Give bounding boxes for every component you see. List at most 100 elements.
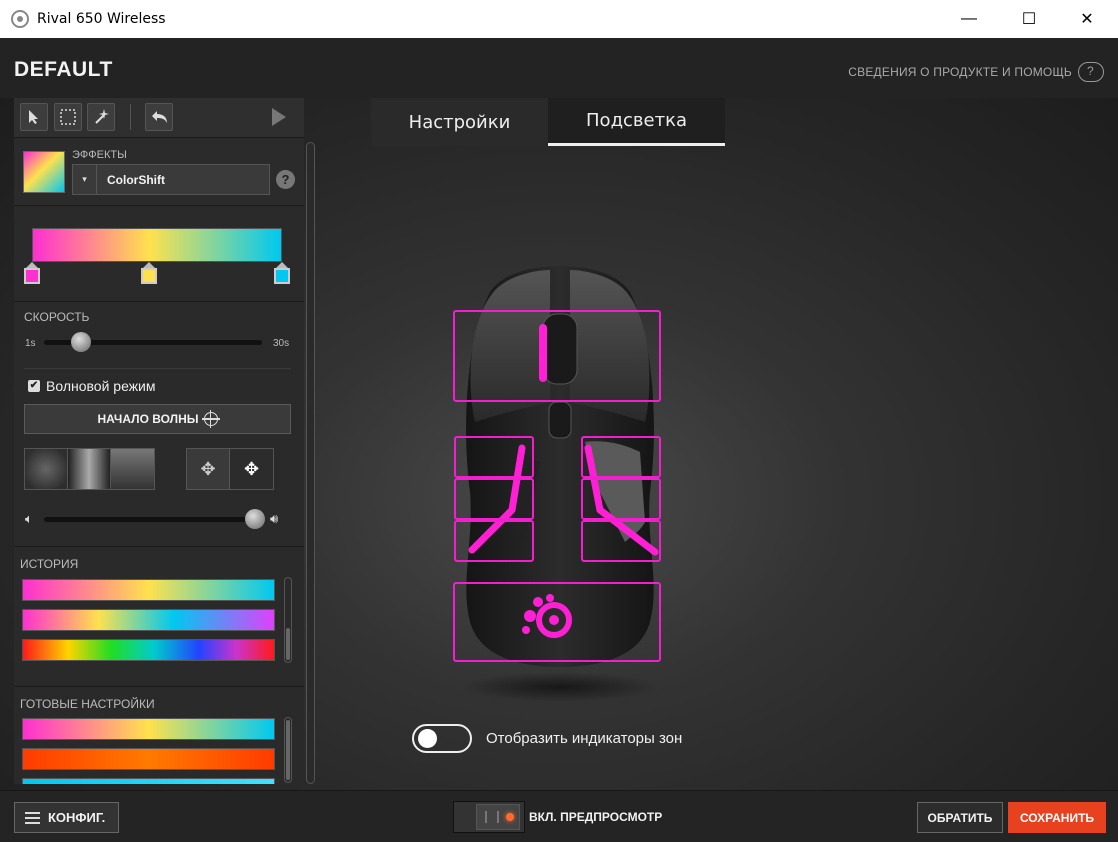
wave-mode-row[interactable]: ✔ Волновой режим [28, 378, 156, 394]
preset-swatch[interactable] [22, 748, 275, 770]
history-swatch[interactable] [22, 609, 275, 631]
zone-right-1[interactable] [581, 436, 661, 478]
gradient-stop-magenta[interactable] [24, 262, 40, 284]
pointer-icon [29, 110, 38, 124]
marquee-select-button[interactable] [54, 103, 82, 131]
app-header: DEFAULT СВЕДЕНИЯ О ПРОДУКТЕ И ПОМОЩЬ [0, 38, 1118, 98]
intensity-slider-knob[interactable] [245, 509, 266, 529]
wave-expand-button[interactable]: ✥ [187, 449, 230, 489]
zone-indicators-label: Отобразить индикаторы зон [486, 730, 683, 747]
wave-direction-group: ✥ ✥ [186, 448, 274, 490]
divider [14, 301, 304, 302]
intensity-slider-track[interactable] [44, 517, 262, 522]
intensity-low-icon: 🔈︎ [25, 511, 33, 526]
question-icon[interactable]: ? [276, 170, 295, 189]
gradient-stop-cyan[interactable] [274, 262, 290, 284]
preview-switch[interactable] [453, 801, 525, 833]
title-bar: Rival 650 Wireless — ☐ ✕ [0, 0, 1118, 38]
zone-logo[interactable] [453, 582, 661, 662]
play-icon[interactable] [272, 108, 286, 126]
footer: КОНФИГ. ВКЛ. ПРЕДПРОСМОТР ОБРАТИТЬ СОХРА… [0, 790, 1118, 842]
preview-led-icon [506, 813, 514, 821]
scrollbar-thumb[interactable] [286, 720, 290, 780]
preview-label: ВКЛ. ПРЕДПРОСМОТР [529, 810, 663, 824]
divider [14, 546, 304, 547]
effects-row: ЭФФЕКТЫ ▾ ColorShift ? [14, 138, 304, 206]
gradient-stop-yellow[interactable] [141, 262, 157, 284]
tab-settings[interactable]: Настройки [371, 98, 548, 146]
speed-label: СКОРОСТЬ [24, 310, 90, 324]
scrollbar-thumb[interactable] [286, 628, 290, 660]
revert-button[interactable]: ОБРАТИТЬ [917, 802, 1003, 833]
arrows-in-icon: ✥ [243, 458, 260, 479]
zone-left-2[interactable] [454, 478, 534, 520]
zone-left-1[interactable] [454, 436, 534, 478]
main-tabs: Настройки Подсветка [371, 98, 725, 146]
lighting-panel: ЭФФЕКТЫ ▾ ColorShift ? СКОРОСТЬ 1s 30s ✔… [14, 98, 304, 784]
preset-swatch[interactable] [22, 718, 275, 740]
history-label: ИСТОРИЯ [20, 557, 79, 571]
tab-illumination[interactable]: Подсветка [548, 98, 725, 146]
gradient-editor-bar[interactable] [32, 228, 282, 262]
effect-dropdown-value: ColorShift [107, 173, 165, 187]
divider [14, 686, 304, 687]
zone-right-3[interactable] [581, 520, 661, 562]
effect-dropdown[interactable]: ▾ ColorShift [72, 164, 270, 195]
panel-scrollbar[interactable] [306, 142, 315, 784]
stop-color-box [141, 268, 157, 284]
preset-swatch[interactable] [22, 778, 275, 784]
speed-min-label: 1s [25, 338, 36, 349]
wave-shape-vertical-button[interactable] [68, 449, 111, 489]
stop-color-box [24, 268, 40, 284]
toolbar-separator [130, 104, 131, 130]
magic-wand-icon [95, 109, 109, 124]
help-chat-icon[interactable] [1078, 62, 1104, 82]
wave-shape-horizontal-button[interactable] [111, 449, 154, 489]
wave-contract-button[interactable]: ✥ [230, 449, 273, 489]
close-button[interactable]: ✕ [1064, 0, 1110, 38]
stop-color-box [274, 268, 290, 284]
presets-scrollbar[interactable] [284, 717, 292, 783]
wave-start-label: НАЧАЛО ВОЛНЫ [97, 412, 199, 426]
effects-label: ЭФФЕКТЫ [72, 149, 127, 161]
wave-mode-checkbox[interactable]: ✔ [28, 380, 40, 392]
speed-max-label: 30s [273, 338, 290, 349]
crosshair-icon [201, 410, 220, 428]
chevron-down-icon: ▾ [73, 165, 97, 194]
minimize-button[interactable]: — [946, 0, 992, 38]
tool-bar [14, 98, 304, 138]
wave-shape-radial-button[interactable] [25, 449, 68, 489]
undo-button[interactable] [145, 103, 173, 131]
profile-name: DEFAULT [14, 58, 113, 81]
mouse-shadow [460, 672, 660, 702]
marquee-select-icon [60, 109, 76, 125]
config-label: КОНФИГ. [48, 810, 106, 825]
wave-start-button[interactable]: НАЧАЛО ВОЛНЫ [24, 404, 291, 434]
wave-shape-group [24, 448, 155, 490]
undo-icon [152, 111, 167, 123]
magic-wand-button[interactable] [87, 103, 115, 131]
intensity-high-icon: 🔊︎ [270, 511, 279, 526]
zone-right-2[interactable] [581, 478, 661, 520]
window-title: Rival 650 Wireless [37, 11, 166, 27]
arrows-out-icon: ✥ [200, 458, 216, 479]
config-button[interactable]: КОНФИГ. [14, 802, 119, 833]
save-button[interactable]: СОХРАНИТЬ [1008, 802, 1106, 833]
divider [24, 368, 291, 369]
zone-indicators-row: Отобразить индикаторы зон [412, 724, 682, 753]
speed-slider-knob[interactable] [71, 332, 92, 352]
product-help-link[interactable]: СВЕДЕНИЯ О ПРОДУКТЕ И ПОМОЩЬ [848, 65, 1072, 79]
toggle-knob [418, 729, 437, 748]
maximize-button[interactable]: ☐ [1006, 0, 1052, 38]
list-icon [25, 811, 40, 824]
pointer-tool-button[interactable] [20, 103, 48, 131]
effect-preview-swatch [23, 151, 65, 193]
zone-top[interactable] [453, 310, 661, 402]
zone-indicators-toggle[interactable] [412, 724, 472, 753]
history-swatch[interactable] [22, 639, 275, 661]
history-scrollbar[interactable] [284, 577, 292, 663]
wave-mode-label: Волновой режим [46, 378, 156, 394]
zone-left-3[interactable] [454, 520, 534, 562]
app-logo-icon [11, 10, 29, 28]
history-swatch[interactable] [22, 579, 275, 601]
